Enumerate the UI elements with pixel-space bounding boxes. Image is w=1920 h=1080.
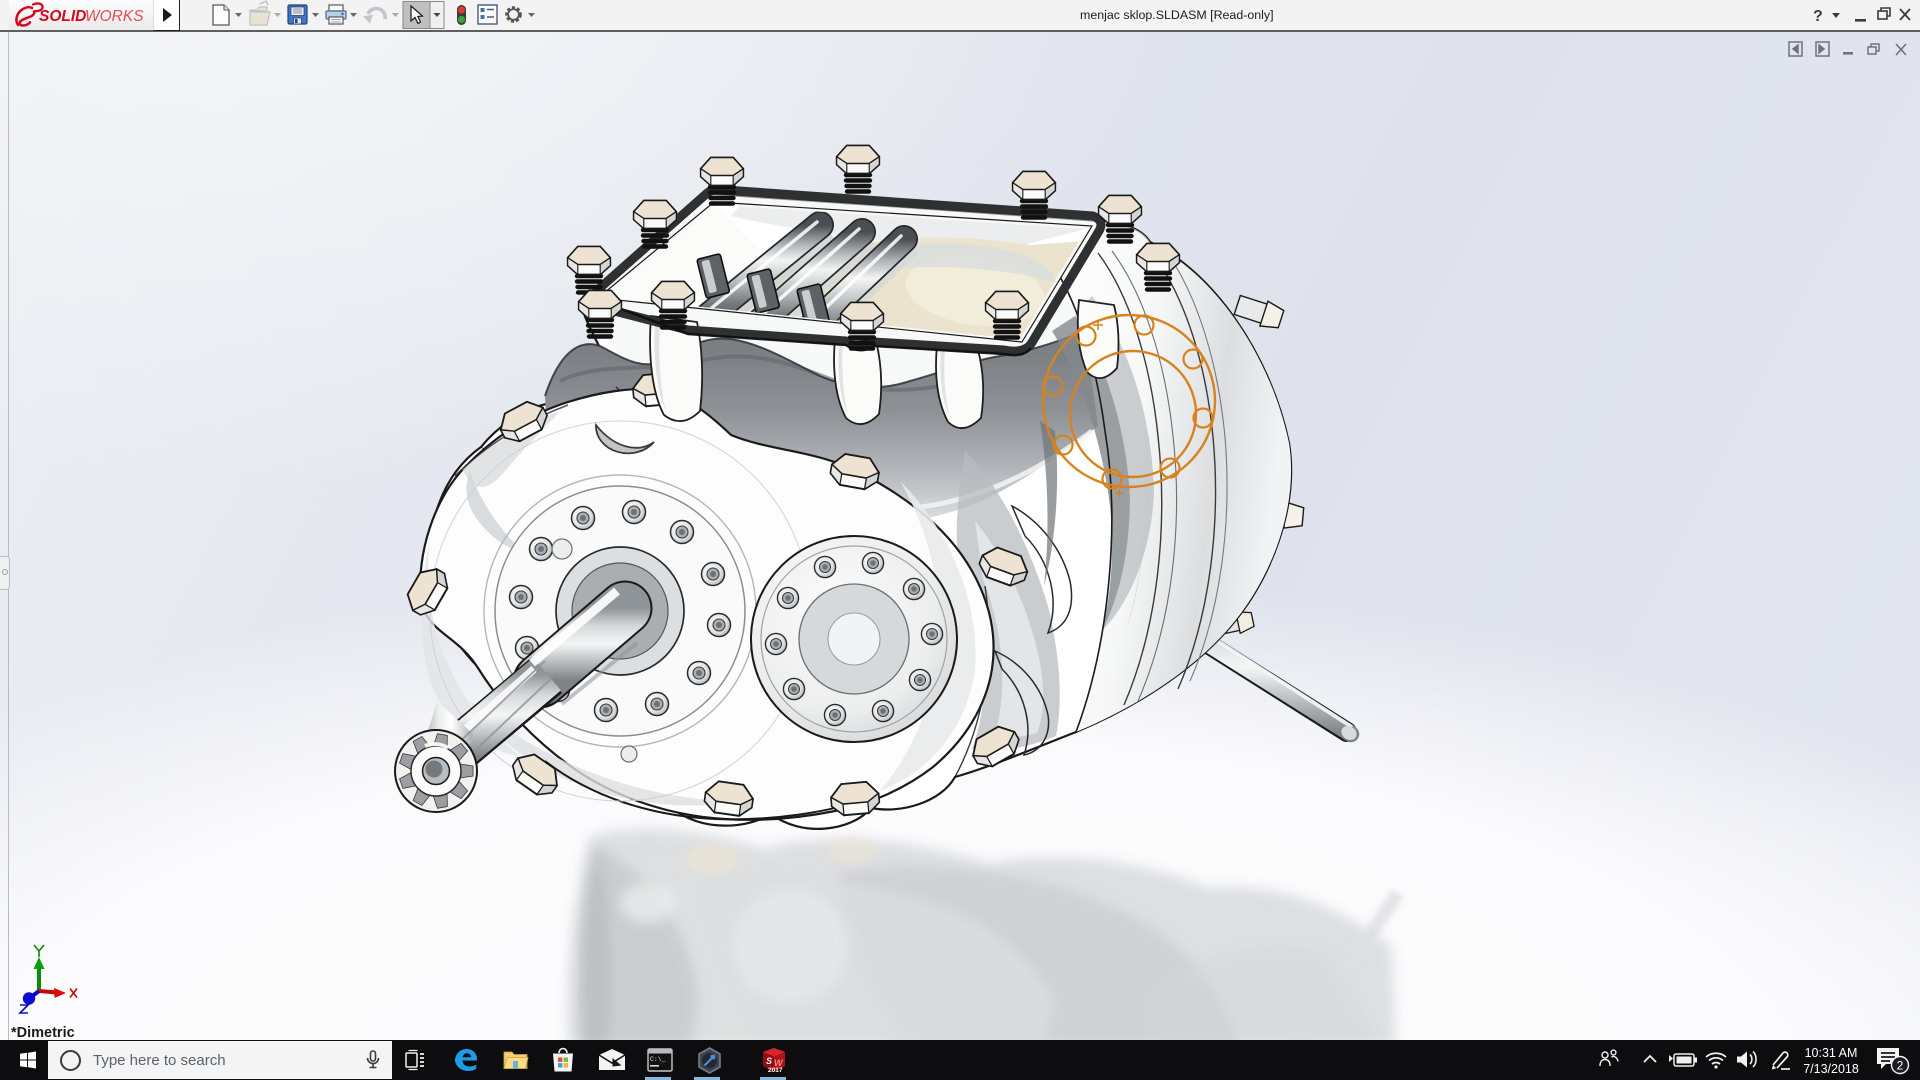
svg-text:WORKS: WORKS (85, 8, 144, 25)
svg-text:2: 2 (1897, 1059, 1904, 1073)
svg-text:SOLID: SOLID (39, 8, 86, 25)
svg-text:?: ? (1813, 8, 1823, 25)
